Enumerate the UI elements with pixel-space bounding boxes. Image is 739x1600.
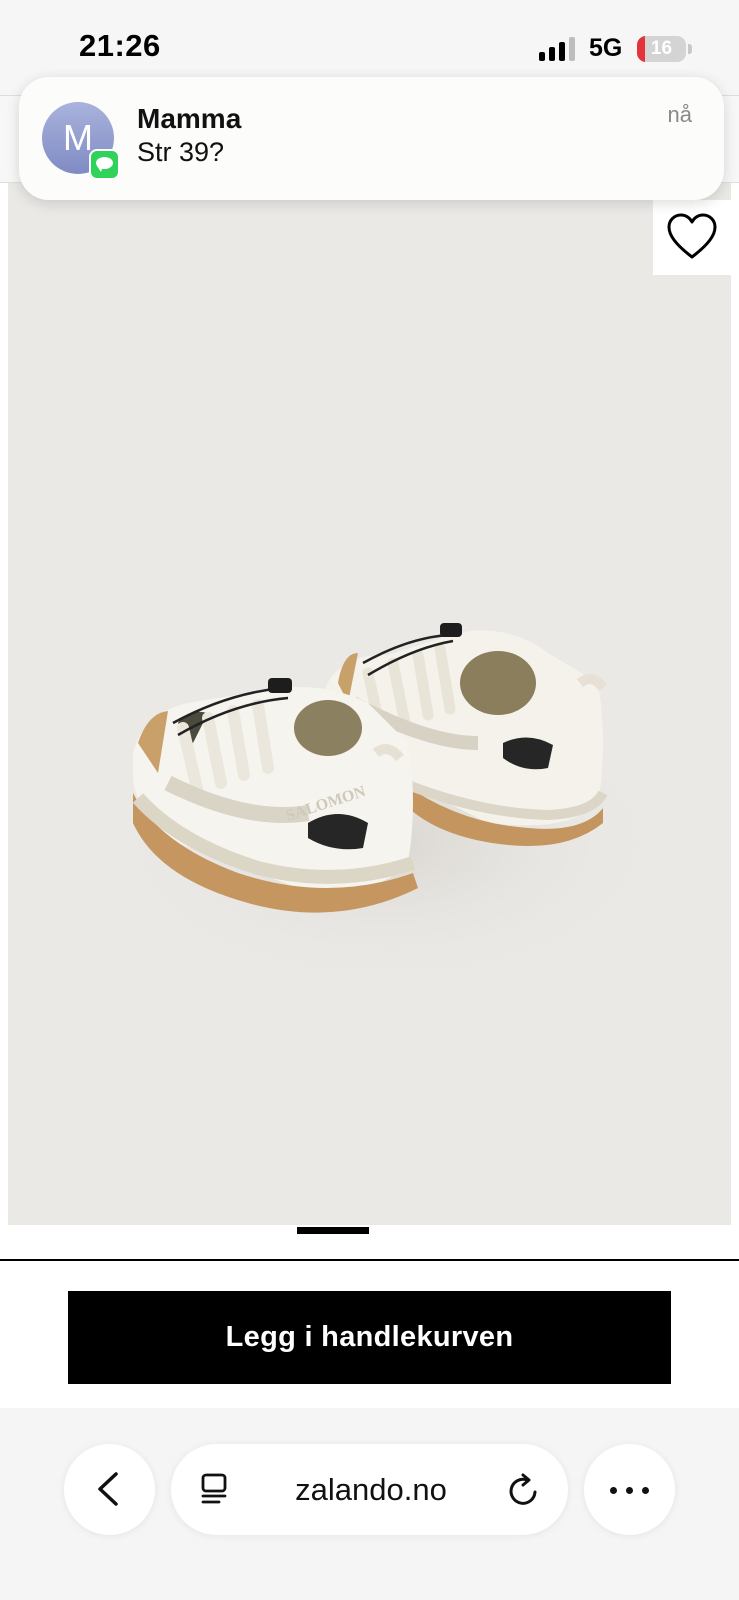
ellipsis-icon: [610, 1487, 617, 1494]
messages-app-icon: [89, 149, 120, 180]
status-time: 21:26: [79, 28, 161, 63]
back-button[interactable]: [64, 1444, 155, 1535]
cellular-signal-icon: [539, 37, 579, 61]
notification-time: nå: [667, 102, 692, 127]
wishlist-button[interactable]: [653, 200, 731, 275]
tabs-icon[interactable]: [199, 1472, 231, 1506]
sneakers-illustration: SALOMON: [98, 623, 678, 993]
notification-message: Str 39?: [137, 137, 225, 167]
address-bar[interactable]: zalando.no: [171, 1444, 568, 1535]
chevron-left-icon: [98, 1472, 118, 1506]
url-text[interactable]: zalando.no: [231, 1444, 511, 1535]
battery-tip: [688, 44, 692, 54]
reload-icon[interactable]: [507, 1472, 541, 1508]
notification-sender: Mamma: [137, 103, 242, 134]
network-type: 5G: [589, 34, 623, 62]
carousel-indicator: [297, 1227, 369, 1234]
message-notification[interactable]: M Mamma Str 39? nå: [19, 77, 724, 200]
battery-icon: 16: [637, 36, 686, 62]
heart-outline-icon: [667, 213, 717, 259]
divider: [0, 1259, 739, 1261]
product-image[interactable]: SALOMON: [8, 183, 731, 1225]
battery-level: 16: [650, 38, 673, 59]
more-options-button[interactable]: [584, 1444, 675, 1535]
add-to-cart-button[interactable]: Legg i handlekurven: [68, 1291, 671, 1384]
